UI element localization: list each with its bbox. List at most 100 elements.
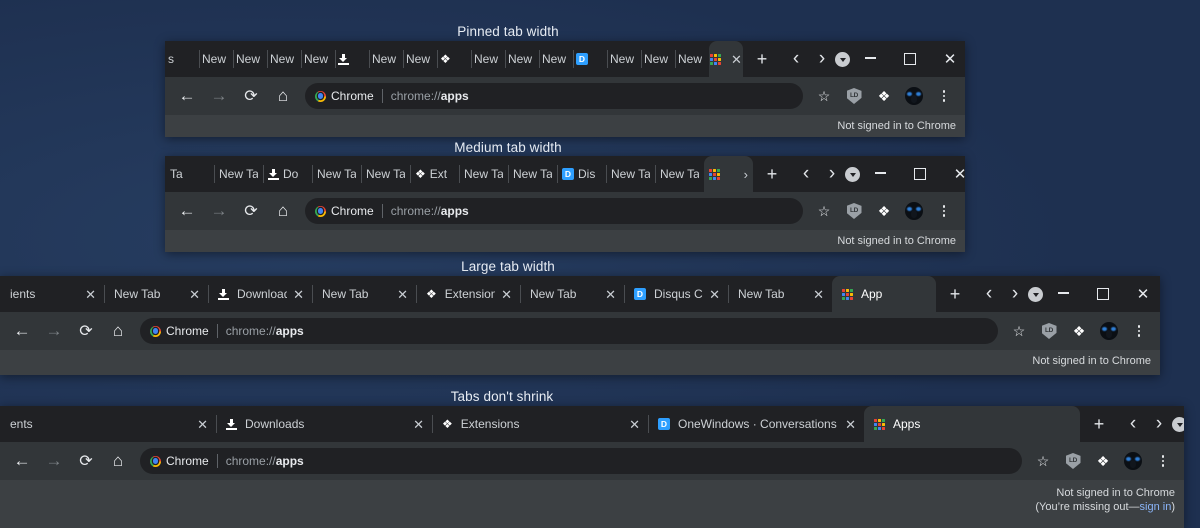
tab-close-icon[interactable]: ✕ xyxy=(629,418,640,431)
profile-avatar[interactable] xyxy=(1120,448,1146,474)
tab-scroll-left-button[interactable]: ‹ xyxy=(976,281,1002,307)
site-chip[interactable]: Chrome xyxy=(315,89,374,103)
tab-item[interactable]: New Ta xyxy=(655,156,704,192)
tab-close-icon[interactable]: ✕ xyxy=(709,288,720,301)
tab-search-icon[interactable] xyxy=(845,156,860,192)
tab-scroll-right-button[interactable]: › xyxy=(1146,411,1172,437)
tab-scroll-right-button[interactable]: › xyxy=(819,161,845,187)
tab-item[interactable]: ❖ Extensions ✕ xyxy=(416,276,520,312)
site-chip[interactable]: Chrome xyxy=(315,204,374,218)
tab-active[interactable]: Apps xyxy=(864,406,1080,442)
tab-active[interactable]: ✕ xyxy=(709,41,743,77)
tab-item[interactable]: New Tab ✕ xyxy=(520,276,624,312)
three-dot-menu-icon[interactable] xyxy=(1126,318,1152,344)
tab-item[interactable]: s xyxy=(165,41,199,77)
tab-item[interactable]: New Tab ✕ xyxy=(728,276,832,312)
tab-scroll-left-button[interactable]: ‹ xyxy=(1120,411,1146,437)
profile-avatar[interactable] xyxy=(901,198,927,224)
tab-item[interactable] xyxy=(335,41,369,77)
tab-item[interactable]: New Ta xyxy=(508,156,557,192)
tab-item[interactable]: New xyxy=(301,41,335,77)
tab-item[interactable]: New Ta xyxy=(214,156,263,192)
back-arrow-icon[interactable]: ← xyxy=(173,197,201,225)
address-bar[interactable]: Chrome chrome://apps xyxy=(140,448,1022,474)
reload-icon[interactable]: ⟳ xyxy=(72,317,100,345)
tab-close-icon[interactable]: ✕ xyxy=(189,288,200,301)
maximize-button[interactable] xyxy=(890,41,930,77)
tab-item[interactable]: New Ta xyxy=(459,156,508,192)
shield-extension-icon[interactable]: LD xyxy=(841,83,867,109)
tab-item[interactable]: New xyxy=(403,41,437,77)
minimize-button[interactable] xyxy=(1043,276,1083,312)
forward-arrow-icon[interactable]: → xyxy=(40,447,68,475)
minimize-button[interactable] xyxy=(860,156,900,192)
tab-close-icon[interactable]: ✕ xyxy=(413,418,424,431)
tab-scroll-left-button[interactable]: ‹ xyxy=(783,46,809,72)
close-window-button[interactable]: ✕ xyxy=(930,41,965,77)
tab-item[interactable]: New Ta xyxy=(361,156,410,192)
home-icon[interactable]: ⌂ xyxy=(269,197,297,225)
new-tab-button[interactable]: + xyxy=(749,46,775,72)
tab-active[interactable]: App xyxy=(832,276,936,312)
puzzle-piece-icon[interactable]: ❖ xyxy=(871,83,897,109)
tab-item[interactable]: New xyxy=(199,41,233,77)
three-dot-menu-icon[interactable] xyxy=(931,198,957,224)
tab-item[interactable]: D Disqus Con ✕ xyxy=(624,276,728,312)
tab-item[interactable]: Ta xyxy=(165,156,214,192)
tab-item[interactable]: New Ta xyxy=(606,156,655,192)
tab-scroll-right-button[interactable]: › xyxy=(1002,281,1028,307)
reload-icon[interactable]: ⟳ xyxy=(237,197,265,225)
site-chip[interactable]: Chrome xyxy=(150,324,209,338)
tab-close-icon[interactable]: ✕ xyxy=(293,288,304,301)
tab-item[interactable]: New Tab ✕ xyxy=(312,276,416,312)
tab-item[interactable]: New xyxy=(641,41,675,77)
tab-close-icon[interactable]: ✕ xyxy=(605,288,616,301)
tab-close-icon[interactable]: ✕ xyxy=(197,418,208,431)
tab-close-icon[interactable]: › xyxy=(744,168,748,181)
tab-item[interactable]: D OneWindows · Conversations · D ✕ xyxy=(648,406,864,442)
new-tab-button[interactable]: + xyxy=(759,161,785,187)
star-icon[interactable]: ☆ xyxy=(811,198,837,224)
star-icon[interactable]: ☆ xyxy=(1030,448,1056,474)
tab-item[interactable]: Downloads ✕ xyxy=(208,276,312,312)
tab-close-icon[interactable]: ✕ xyxy=(397,288,408,301)
back-arrow-icon[interactable]: ← xyxy=(173,82,201,110)
tab-item[interactable]: ients ✕ xyxy=(0,276,104,312)
tab-item[interactable]: New xyxy=(471,41,505,77)
reload-icon[interactable]: ⟳ xyxy=(72,447,100,475)
tab-item[interactable]: New xyxy=(607,41,641,77)
tab-close-icon[interactable]: ✕ xyxy=(845,418,856,431)
three-dot-menu-icon[interactable] xyxy=(1150,448,1176,474)
puzzle-piece-icon[interactable]: ❖ xyxy=(1090,448,1116,474)
tab-item[interactable]: ❖ Extensions ✕ xyxy=(432,406,648,442)
star-icon[interactable]: ☆ xyxy=(811,83,837,109)
star-icon[interactable]: ☆ xyxy=(1006,318,1032,344)
tab-item[interactable]: New xyxy=(539,41,573,77)
back-arrow-icon[interactable]: ← xyxy=(8,317,36,345)
forward-arrow-icon[interactable]: → xyxy=(40,317,68,345)
back-arrow-icon[interactable]: ← xyxy=(8,447,36,475)
site-chip[interactable]: Chrome xyxy=(150,454,209,468)
puzzle-piece-icon[interactable]: ❖ xyxy=(871,198,897,224)
minimize-button[interactable] xyxy=(850,41,890,77)
tab-item[interactable]: New xyxy=(369,41,403,77)
profile-avatar[interactable] xyxy=(901,83,927,109)
maximize-button[interactable] xyxy=(900,156,940,192)
close-window-button[interactable]: ✕ xyxy=(940,156,965,192)
tab-item[interactable]: New xyxy=(233,41,267,77)
tab-search-icon[interactable] xyxy=(1028,276,1043,312)
tab-item[interactable]: New Ta xyxy=(312,156,361,192)
home-icon[interactable]: ⌂ xyxy=(269,82,297,110)
shield-extension-icon[interactable]: LD xyxy=(841,198,867,224)
tab-active[interactable]: › xyxy=(704,156,753,192)
tab-close-icon[interactable]: ✕ xyxy=(501,288,512,301)
home-icon[interactable]: ⌂ xyxy=(104,447,132,475)
shield-extension-icon[interactable]: LD xyxy=(1036,318,1062,344)
forward-arrow-icon[interactable]: → xyxy=(205,197,233,225)
tab-scroll-left-button[interactable]: ‹ xyxy=(793,161,819,187)
tab-item[interactable]: ents ✕ xyxy=(0,406,216,442)
tab-item[interactable]: D Dis xyxy=(557,156,606,192)
three-dot-menu-icon[interactable] xyxy=(931,83,957,109)
address-bar[interactable]: Chrome chrome://apps xyxy=(305,198,803,224)
tab-close-icon[interactable]: ✕ xyxy=(813,288,824,301)
